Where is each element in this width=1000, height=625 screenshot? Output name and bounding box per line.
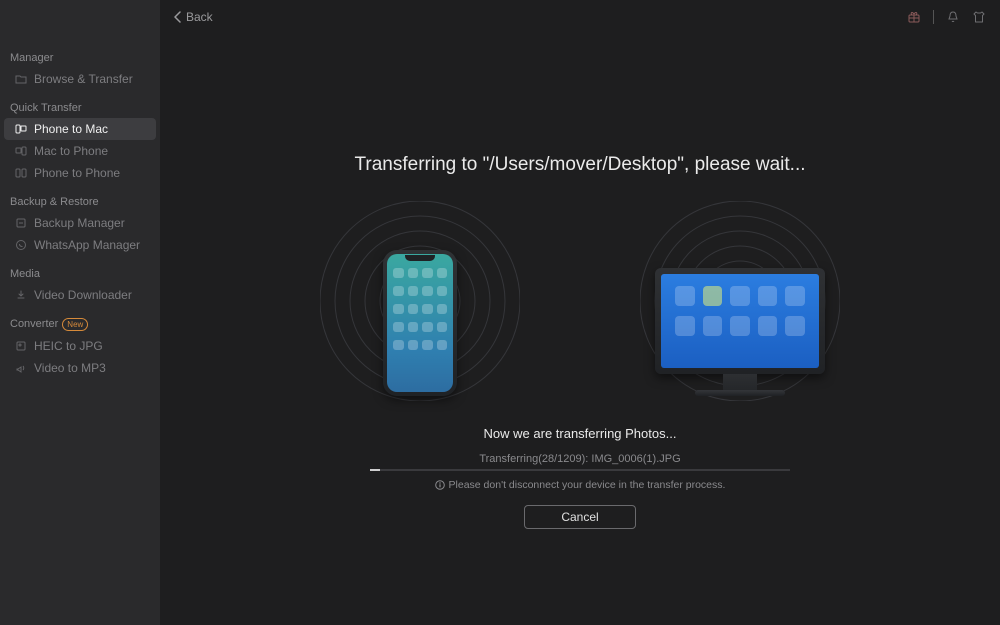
back-button[interactable]: Back: [174, 10, 213, 24]
shirt-icon[interactable]: [972, 10, 986, 24]
image-convert-icon: [14, 339, 28, 353]
sidebar-group-label: Backup & Restore: [0, 190, 160, 212]
phone-to-phone-icon: [14, 166, 28, 180]
progress-bar: [370, 469, 790, 471]
audio-convert-icon: [14, 361, 28, 375]
sidebar-item-label: Browse & Transfer: [34, 72, 146, 86]
sidebar-item-label: Phone to Phone: [34, 166, 146, 180]
whatsapp-icon: [14, 238, 28, 252]
sidebar-group-label: Quick Transfer: [0, 96, 160, 118]
sidebar-item-label: Backup Manager: [34, 216, 146, 230]
sidebar-group-label: Manager: [0, 46, 160, 68]
status-main-line: Now we are transferring Photos...: [370, 426, 790, 441]
transfer-title: Transferring to "/Users/mover/Desktop", …: [355, 154, 806, 176]
sidebar-item-label: Video Downloader: [34, 288, 146, 302]
sidebar-item-heic-to-jpg[interactable]: HEIC to JPG: [4, 335, 156, 357]
topbar: Back: [160, 0, 1000, 34]
sidebar-item-label: WhatsApp Manager: [34, 238, 146, 252]
main-panel: Back Transferring to "/Users/mover/Deskt…: [160, 0, 1000, 625]
sidebar-item-whatsapp-manager[interactable]: WhatsApp Manager: [4, 234, 156, 256]
sidebar: Manager Browse & Transfer Quick Transfer Ph…: [0, 0, 160, 625]
sidebar-item-label: HEIC to JPG: [34, 339, 146, 353]
sidebar-item-video-downloader[interactable]: Video Downloader: [4, 284, 156, 306]
sidebar-item-phone-to-phone[interactable]: Phone to Phone: [4, 162, 156, 184]
sidebar-item-label: Phone to Mac: [34, 122, 146, 136]
phone-to-mac-icon: [14, 122, 28, 136]
cancel-button[interactable]: Cancel: [524, 505, 636, 529]
topbar-right-icons: [907, 10, 986, 24]
folder-icon: [14, 72, 28, 86]
progress-bar-fill: [370, 469, 380, 471]
chevron-left-icon: [174, 11, 182, 23]
mac-to-phone-icon: [14, 144, 28, 158]
sidebar-item-browse-transfer[interactable]: Browse & Transfer: [4, 68, 156, 90]
back-label: Back: [186, 10, 213, 24]
bell-icon[interactable]: [946, 10, 960, 24]
sidebar-group-label: ConverterNew: [0, 312, 160, 335]
sidebar-item-backup-manager[interactable]: Backup Manager: [4, 212, 156, 234]
monitor-icon: [655, 268, 825, 396]
separator: [933, 10, 934, 24]
sidebar-item-label: Video to MP3: [34, 361, 146, 375]
phone-icon: [383, 250, 457, 396]
new-badge: New: [62, 318, 88, 331]
download-icon: [14, 288, 28, 302]
gift-icon[interactable]: [907, 10, 921, 24]
sidebar-item-phone-to-mac[interactable]: Phone to Mac: [4, 118, 156, 140]
sidebar-group-label: Media: [0, 262, 160, 284]
sidebar-item-mac-to-phone[interactable]: Mac to Phone: [4, 140, 156, 162]
warning-text: Please don't disconnect your device in t…: [449, 479, 726, 491]
sidebar-item-video-to-mp3[interactable]: Video to MP3: [4, 357, 156, 379]
warning-line: Please don't disconnect your device in t…: [370, 479, 790, 491]
phone-device: [320, 206, 520, 396]
backup-icon: [14, 216, 28, 230]
devices-illustration: [320, 206, 840, 396]
info-icon: [435, 480, 445, 490]
transfer-status: Now we are transferring Photos... Transf…: [370, 426, 790, 529]
mac-device: [640, 206, 840, 396]
transfer-content: Transferring to "/Users/mover/Desktop", …: [160, 34, 1000, 625]
status-detail-line: Transferring(28/1209): IMG_0006(1).JPG: [370, 453, 790, 465]
cancel-label: Cancel: [561, 510, 598, 524]
sidebar-item-label: Mac to Phone: [34, 144, 146, 158]
